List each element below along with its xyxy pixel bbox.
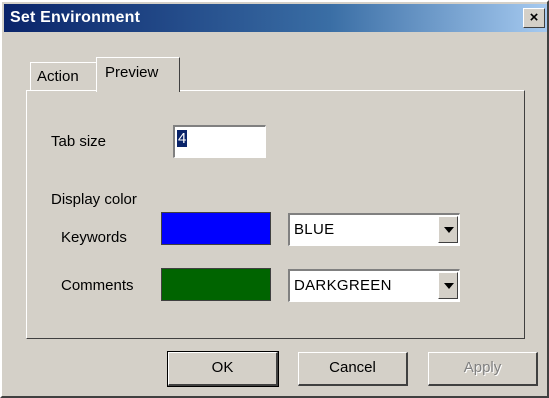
close-icon: × [529,9,539,26]
tab-size-input[interactable]: 4 [173,125,266,158]
display-color-label: Display color [51,191,137,208]
chevron-down-icon[interactable] [438,216,458,243]
comments-color-value: DARKGREEN [294,277,392,294]
window-title: Set Environment [10,9,141,26]
tab-action[interactable]: Action [30,62,98,90]
title-bar[interactable]: Set Environment × [4,4,547,32]
tab-preview-label: Preview [105,64,159,81]
cancel-button[interactable]: Cancel [298,352,408,386]
ok-button[interactable]: OK [167,351,279,387]
keywords-color-swatch [161,212,271,245]
preview-tab-panel: Tab size 4 Display color Keywords BLUE C… [26,90,525,339]
apply-button[interactable]: Apply [428,352,538,386]
chevron-down-icon[interactable] [438,272,458,299]
tab-size-value: 4 [177,130,188,147]
close-button[interactable]: × [523,8,545,28]
keywords-color-select[interactable]: BLUE [288,213,460,246]
set-environment-dialog: Set Environment × Action Preview Tab siz… [0,0,549,398]
tab-action-label: Action [37,68,79,85]
comments-label: Comments [61,277,134,294]
comments-color-select[interactable]: DARKGREEN [288,269,460,302]
keywords-label: Keywords [61,229,127,246]
comments-color-swatch [161,268,271,301]
keywords-color-value: BLUE [294,221,335,238]
tab-size-label: Tab size [51,133,107,150]
tab-preview[interactable]: Preview [96,57,180,92]
